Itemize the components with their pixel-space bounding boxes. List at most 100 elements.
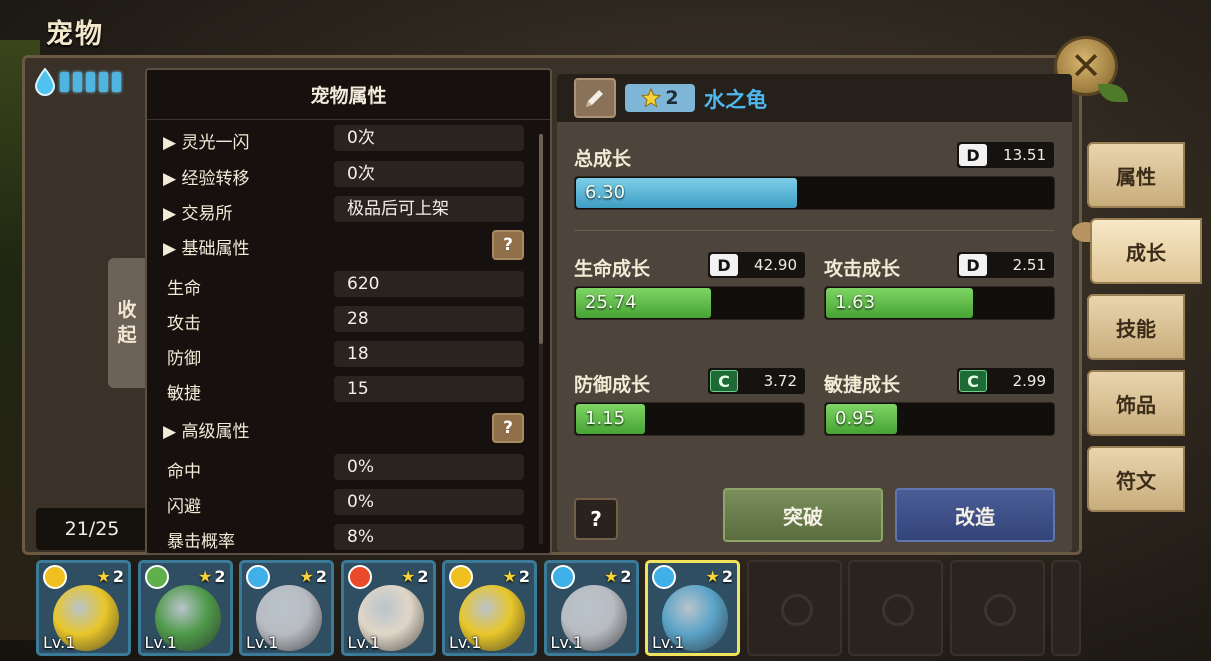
pet-stars: ★ 2	[604, 567, 631, 586]
empty-pet-slot[interactable]	[949, 560, 1045, 656]
water-element-icon	[550, 565, 575, 589]
def-growth-grade: C 3.72	[708, 368, 805, 394]
pet-stars: ★ 2	[706, 567, 733, 586]
attr-value: 15	[334, 376, 524, 402]
pet-slot[interactable]: ★ 2 Lv.1	[543, 560, 639, 656]
gauge-segment	[112, 72, 121, 92]
empty-slot-emblem-icon	[882, 594, 914, 626]
attr-label: 敏捷	[167, 384, 201, 404]
tab-skills[interactable]: 技能	[1087, 294, 1185, 360]
attr-label: ▶ 灵光一闪	[163, 133, 250, 153]
divider	[574, 230, 1054, 231]
def-growth-value: 1.15	[585, 408, 626, 429]
attr-label: ▶ 高级属性	[163, 422, 250, 442]
attr-scrollbar[interactable]	[539, 134, 543, 544]
grade-letter: D	[710, 254, 738, 276]
attr-value: 8%	[334, 524, 524, 550]
empty-pet-slot[interactable]	[746, 560, 842, 656]
pet-stars: ★ 2	[300, 567, 327, 586]
tab-growth[interactable]: 成长	[1090, 218, 1202, 284]
attr-value: 18	[334, 341, 524, 367]
total-growth-bar: 6.30	[574, 176, 1055, 210]
water-element-icon	[246, 565, 270, 589]
pet-star-count: 2	[620, 567, 632, 586]
attr-row: 防御 18	[147, 340, 539, 370]
attr-label: ▶ 交易所	[163, 204, 233, 224]
pencil-icon	[586, 90, 603, 107]
pet-level: Lv.1	[550, 633, 583, 652]
reform-button[interactable]: 改造	[895, 488, 1055, 542]
empty-pet-slot[interactable]	[1051, 560, 1081, 656]
star-icon: ★	[502, 567, 517, 586]
attr-label: 攻击	[167, 314, 201, 334]
collapse-button[interactable]: 收 起	[108, 258, 146, 388]
pet-star-count: 2	[214, 567, 226, 586]
pet-slot[interactable]: ★ 2 Lv.1	[137, 560, 233, 656]
star-icon: ★	[401, 567, 416, 586]
pet-slot[interactable]: ★ 2 Lv.1	[239, 560, 334, 656]
agi-growth-grade: C 2.99	[957, 368, 1054, 394]
attr-row: 敏捷 15	[147, 375, 539, 405]
attr-value: 0次	[334, 125, 524, 151]
pet-star-count: 2	[417, 567, 429, 586]
attr-label: 生命	[167, 279, 201, 299]
pet-attributes-panel: 宠物属性 ▶ 灵光一闪 0次 ▶ 经验转移 0次 ▶ 交易所 极品后可上架 ▶ 基础属性? 生…	[145, 68, 552, 555]
lightning-element-icon	[449, 565, 473, 589]
collapse-label-2: 起	[117, 324, 137, 346]
growth-help-button[interactable]: ?	[574, 498, 618, 540]
def-growth-bar: 1.15	[574, 402, 805, 436]
pet-count: 21/25	[36, 508, 148, 550]
attr-value: 极品后可上架	[334, 196, 524, 222]
pet-star-count: 2	[112, 567, 124, 586]
star-icon: ★	[198, 567, 213, 586]
pet-slot[interactable]: ★ 2 Lv.1	[645, 560, 740, 656]
water-gauge	[34, 68, 121, 96]
attr-label: 防御	[167, 349, 201, 369]
grade-letter: D	[959, 144, 987, 166]
attr-label: ▶ 基础属性	[163, 239, 250, 259]
agi-growth-value: 0.95	[835, 408, 876, 429]
pet-stars: ★ 2	[97, 567, 124, 586]
grade-letter: C	[959, 370, 987, 392]
grade-max: 3.72	[763, 372, 797, 390]
fire-element-icon	[347, 565, 372, 589]
attr-row: 命中 0%	[147, 453, 539, 483]
attr-row: 生命 620	[147, 270, 539, 300]
tab-accessories[interactable]: 饰品	[1087, 370, 1185, 436]
pet-slot[interactable]: ★ 2 Lv.1	[340, 560, 436, 656]
tab-runes[interactable]: 符文	[1087, 446, 1185, 512]
breakthrough-button[interactable]: 突破	[723, 488, 883, 542]
def-growth-label: 防御成长	[574, 374, 651, 396]
grade-letter: C	[710, 370, 738, 392]
total-growth-label: 总成长	[574, 148, 632, 170]
attr-value: 0%	[334, 489, 524, 515]
attr-row[interactable]: ▶ 经验转移 0次	[147, 160, 539, 190]
star-icon: ★	[299, 567, 314, 586]
scroll-thumb[interactable]	[539, 134, 543, 344]
gauge-segment	[86, 72, 95, 92]
pet-level: Lv.1	[449, 633, 482, 652]
gauge-segment	[99, 72, 108, 92]
tab-attributes[interactable]: 属性	[1087, 142, 1185, 208]
pet-slot[interactable]: ★ 2 Lv.1	[442, 560, 537, 656]
empty-pet-slot[interactable]	[848, 560, 943, 656]
attr-panel-title: 宠物属性	[147, 70, 550, 120]
gauge-segment	[73, 72, 82, 92]
attr-value: 0次	[334, 161, 524, 187]
hp-growth-bar: 25.74	[574, 286, 805, 320]
rename-button[interactable]	[574, 78, 616, 118]
hp-growth-grade: D 42.90	[708, 252, 805, 278]
attr-help-button[interactable]: ?	[492, 413, 524, 443]
total-growth-value: 6.30	[585, 182, 626, 203]
star-icon: ★	[604, 567, 619, 586]
empty-slot-emblem-icon	[780, 594, 813, 626]
attr-help-button[interactable]: ?	[492, 230, 524, 260]
attr-label: 暴击概率	[167, 532, 235, 552]
pet-slot[interactable]: ★ 2 Lv.1	[36, 560, 131, 656]
attr-row[interactable]: ▶ 基础属性?	[147, 230, 539, 260]
attr-row[interactable]: ▶ 高级属性?	[147, 413, 539, 443]
attr-row: 闪避 0%	[147, 488, 539, 518]
grade-max: 42.90	[754, 256, 797, 274]
attr-row[interactable]: ▶ 灵光一闪 0次	[147, 124, 539, 154]
attr-row[interactable]: ▶ 交易所 极品后可上架	[147, 195, 539, 225]
